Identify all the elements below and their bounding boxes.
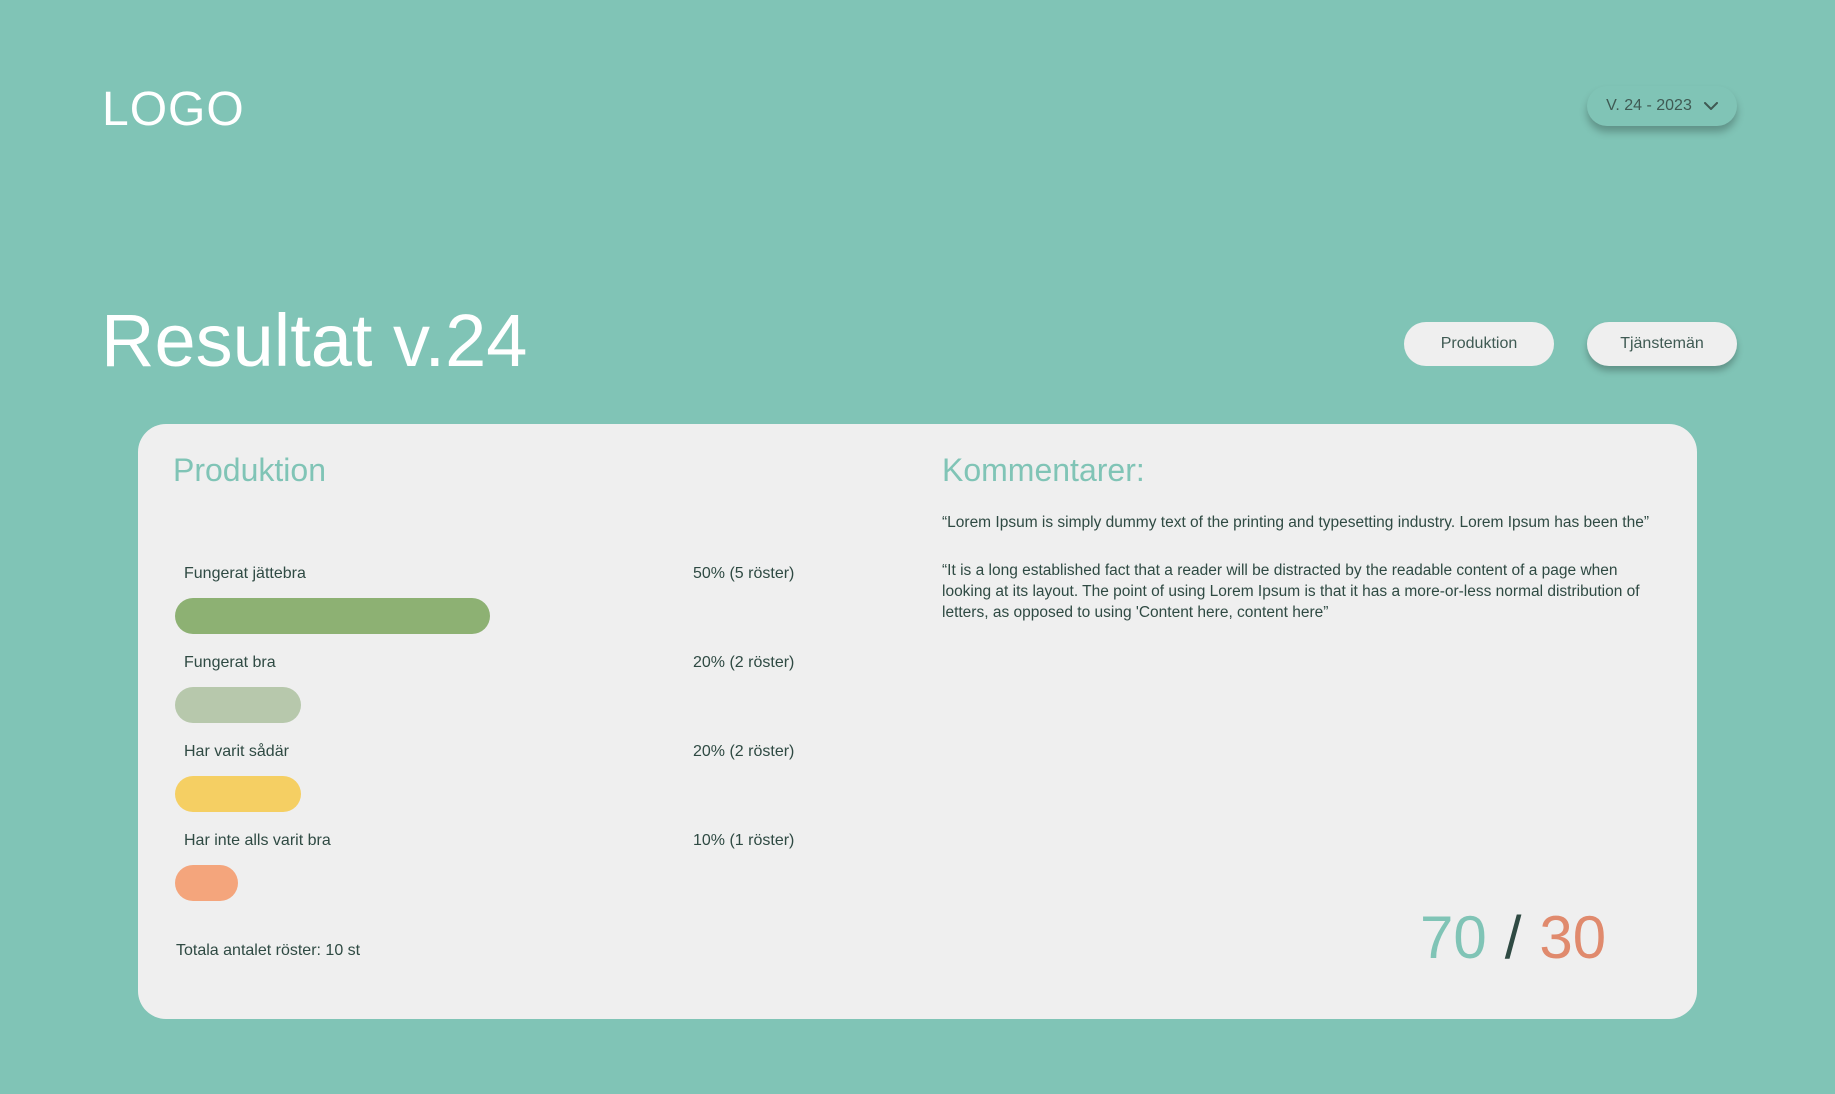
comments-list: “Lorem Ipsum is simply dummy text of the…	[942, 512, 1652, 650]
ratio-left: 70	[1420, 904, 1487, 971]
ratio-right: 30	[1539, 904, 1607, 971]
result-label: Har varit sådär	[184, 743, 289, 760]
result-label: Har inte alls varit bra	[184, 832, 331, 849]
tab-tjanstemen[interactable]: Tjänstemän	[1587, 322, 1737, 366]
chevron-down-icon	[1703, 101, 1718, 111]
result-item: Fungerat jättebra 50% (5 röster)	[175, 564, 815, 654]
result-bar	[175, 687, 301, 723]
result-percent: 20% (2 röster)	[693, 654, 795, 671]
result-bar	[175, 776, 301, 812]
ratio-display: 70 / 30	[1420, 902, 1606, 974]
comment-item: “Lorem Ipsum is simply dummy text of the…	[942, 514, 1650, 531]
result-item: Har varit sådär 20% (2 röster)	[175, 742, 815, 832]
result-label: Fungerat bra	[184, 654, 276, 671]
result-item: Fungerat bra 20% (2 röster)	[175, 653, 815, 743]
result-bar	[175, 598, 490, 634]
result-bar	[175, 865, 238, 901]
result-label: Fungerat jättebra	[184, 565, 306, 582]
comment-item: “It is a long established fact that a re…	[942, 562, 1640, 621]
week-select-value: V. 24 - 2023	[1606, 97, 1692, 114]
result-percent: 20% (2 röster)	[693, 743, 795, 760]
week-select-dropdown[interactable]: V. 24 - 2023	[1587, 86, 1737, 126]
ratio-separator: /	[1504, 904, 1522, 971]
card-title: Produktion	[173, 452, 326, 488]
tab-produktion[interactable]: Produktion	[1404, 322, 1554, 366]
result-percent: 50% (5 röster)	[693, 565, 795, 582]
result-percent: 10% (1 röster)	[693, 832, 795, 849]
result-item: Har inte alls varit bra 10% (1 röster)	[175, 831, 815, 921]
logo: LOGO	[102, 83, 245, 136]
total-votes: Totala antalet röster: 10 st	[176, 942, 361, 959]
comments-title: Kommentarer:	[942, 452, 1145, 488]
page-title: Resultat v.24	[101, 299, 528, 382]
